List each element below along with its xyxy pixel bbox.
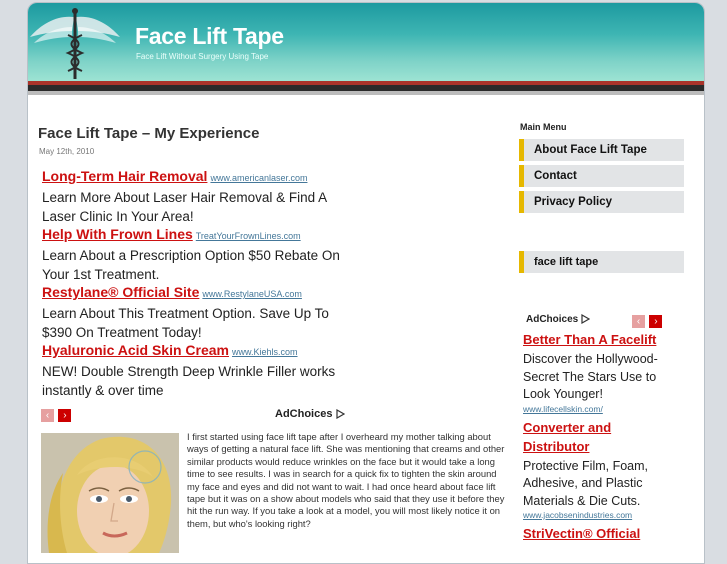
sidebar-title: Main Menu — [520, 122, 567, 132]
adchoices-link[interactable]: AdChoices — [275, 408, 345, 420]
sidebar-ad-title-link[interactable]: Converter and Distributor — [523, 418, 673, 456]
ad-title-link[interactable]: Restylane® Official Site — [42, 284, 199, 300]
sidebar-ad-title-link[interactable]: Better Than A Facelift — [523, 330, 673, 349]
sidebar-ad-url-link[interactable]: www.jacobsenindustries.com — [523, 510, 673, 520]
ad-next-button[interactable]: › — [58, 409, 72, 423]
ad-description: NEW! Double Strength Deep Wrinkle Filler… — [42, 364, 336, 398]
ad-description: Learn About a Prescription Option $50 Re… — [42, 248, 340, 282]
ad-url-link[interactable]: www.americanlaser.com — [210, 173, 307, 183]
woman-face-image — [41, 433, 179, 553]
menu-item-privacy[interactable]: Privacy Policy — [519, 191, 684, 213]
site-title[interactable]: Face Lift Tape — [135, 23, 284, 50]
ad-prev-button[interactable]: ‹ — [632, 315, 645, 329]
header-divider-gray — [28, 91, 704, 95]
ad-block: Long-Term Hair Removal www.americanlaser.… — [42, 168, 362, 400]
menu-item-about[interactable]: About Face Lift Tape — [519, 139, 684, 161]
adchoices-label: AdChoices — [275, 408, 333, 420]
sidebar-ad-url-link[interactable]: www.lifecellskin.com/ — [523, 404, 673, 414]
post-body: I first started using face lift tape aft… — [187, 431, 505, 529]
ad-prev-button[interactable]: ‹ — [41, 409, 54, 423]
ad-title-link[interactable]: Help With Frown Lines — [42, 226, 193, 242]
sidebar-ad-description: Discover the Hollywood-Secret The Stars … — [523, 352, 658, 401]
tag-link[interactable]: face lift tape — [519, 251, 684, 273]
post-title[interactable]: Face Lift Tape – My Experience — [38, 125, 259, 142]
site-header: Face Lift Tape Face Lift Without Surgery… — [28, 3, 704, 81]
ad-url-link[interactable]: TreatYourFrownLines.com — [196, 231, 301, 241]
sidebar-ad-navigation: ‹ › — [632, 313, 663, 331]
sidebar-ad-description: Protective Film, Foam, Adhesive, and Pla… — [523, 458, 649, 508]
menu-item-contact[interactable]: Contact — [519, 165, 684, 187]
post-date: May 12th, 2010 — [39, 147, 95, 156]
ad-next-button[interactable]: › — [649, 315, 663, 329]
sidebar-ad-title-link[interactable]: StriVectin® Official — [523, 524, 673, 543]
ad-unit: Hyaluronic Acid Skin Cream www.Kiehls.com… — [42, 342, 362, 400]
sidebar-ad-block: Better Than A Facelift Discover the Holl… — [523, 330, 673, 543]
main-menu: About Face Lift Tape Contact Privacy Pol… — [519, 139, 684, 217]
ad-description: Learn About This Treatment Option. Save … — [42, 306, 329, 340]
ad-title-link[interactable]: Hyaluronic Acid Skin Cream — [42, 342, 229, 358]
adchoices-triangle-icon — [581, 314, 591, 325]
ad-title-link[interactable]: Long-Term Hair Removal — [42, 168, 207, 184]
ad-url-link[interactable]: www.Kiehls.com — [232, 347, 298, 357]
post-photo — [41, 433, 179, 553]
caduceus-icon — [30, 8, 120, 79]
adchoices-label: AdChoices — [526, 314, 579, 325]
ad-description: Learn More About Laser Hair Removal & Fi… — [42, 190, 327, 224]
ad-unit: Restylane® Official Site www.RestylaneUSA… — [42, 284, 362, 342]
adchoices-triangle-icon — [335, 409, 345, 420]
site-tagline: Face Lift Without Surgery Using Tape — [136, 52, 269, 61]
ad-unit: Help With Frown Lines TreatYourFrownLines… — [42, 226, 362, 284]
ad-url-link[interactable]: www.RestylaneUSA.com — [202, 289, 302, 299]
ad-navigation: ‹ › — [41, 407, 72, 425]
adchoices-link-sidebar[interactable]: AdChoices — [526, 314, 591, 325]
ad-unit: Long-Term Hair Removal www.americanlaser.… — [42, 168, 362, 226]
